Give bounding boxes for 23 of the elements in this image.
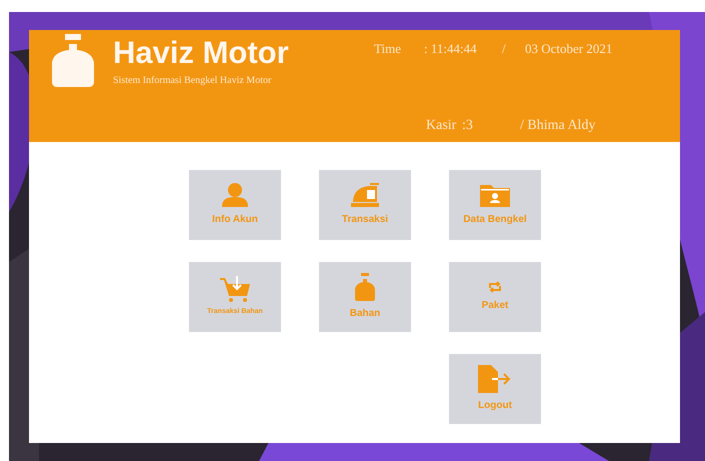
time-text: : 11:44:44 [424,40,478,58]
menu-tile[interactable]: Bahan [319,262,411,332]
menu-tile[interactable]: Transaksi [319,170,411,240]
cashier-id: :3 [462,117,474,135]
menu-tile[interactable]: Data Bengkel [449,170,541,240]
menu-tile[interactable]: Logout [449,354,541,424]
cashier-label: Kasir [426,117,458,135]
app-title: Haviz Motor [113,37,289,68]
date-text: 03 October 2021 [525,40,612,58]
refresh-icon [488,281,502,293]
menu-tile[interactable]: Paket [449,262,541,332]
app-subtitle: Sistem Informasi Bengkel Haviz Motor [113,74,272,88]
cash-register-icon [351,183,379,207]
separator-text: / [502,40,507,58]
bottle-icon [51,34,95,88]
time-label: Time [374,40,402,58]
menu-tile[interactable]: Info Akun [189,170,281,240]
user-icon [222,183,248,207]
logout-icon [478,365,512,393]
cart-download-icon [220,276,250,302]
folder-icon [480,183,510,207]
cashier-name: / Bhima Aldy [520,117,596,135]
bottle-icon [354,273,376,301]
